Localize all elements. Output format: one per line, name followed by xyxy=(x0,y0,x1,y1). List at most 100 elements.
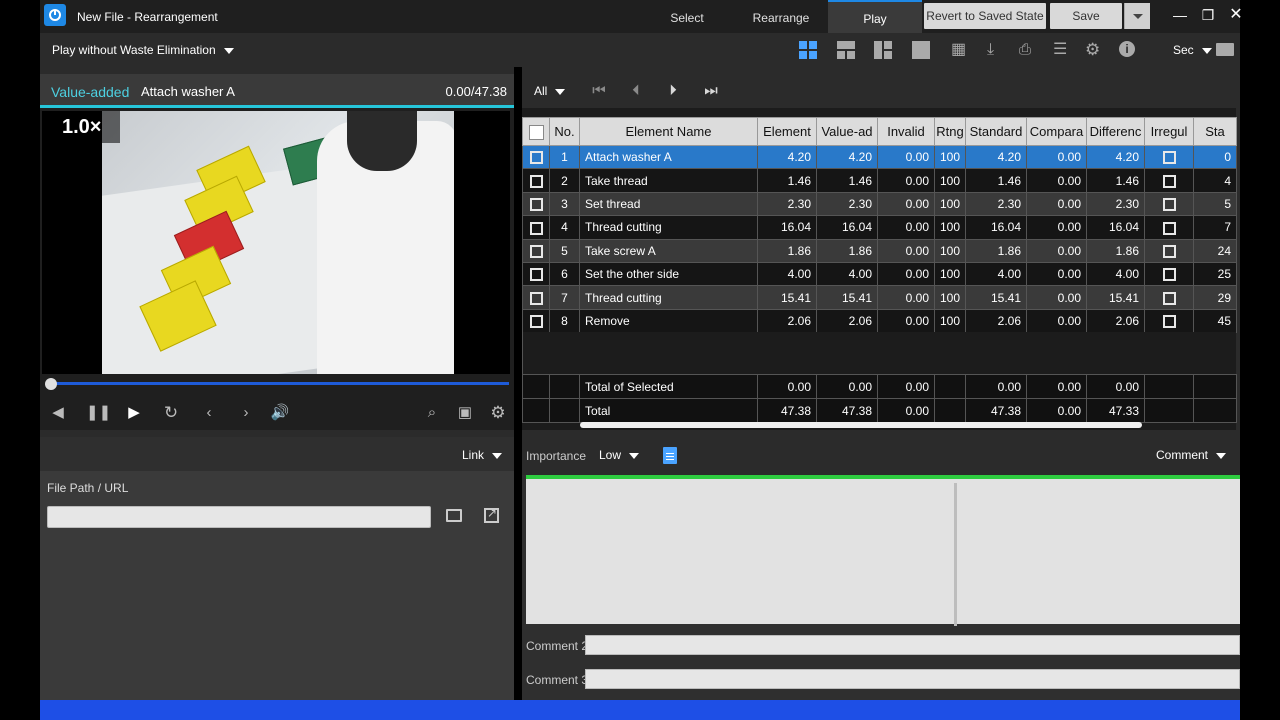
col-header-invalid[interactable]: Invalid xyxy=(877,117,935,146)
zoom-icon[interactable]: ⌕ xyxy=(422,404,442,422)
pause-icon[interactable]: ❚❚ xyxy=(86,404,111,422)
info-icon[interactable]: i xyxy=(1119,41,1135,57)
layout-1-icon[interactable] xyxy=(912,41,930,59)
row-checkbox[interactable] xyxy=(522,308,550,334)
checkbox[interactable] xyxy=(529,221,543,235)
comment-dropdown[interactable]: Comment xyxy=(1156,448,1226,462)
row-checkbox[interactable] xyxy=(522,144,550,170)
close-icon[interactable]: ✕ xyxy=(1223,4,1249,26)
browse-folder-icon[interactable] xyxy=(446,509,462,522)
row-checkbox[interactable] xyxy=(522,168,550,193)
video-frame[interactable]: 1.0× xyxy=(42,111,510,374)
link-dropdown[interactable]: Link xyxy=(462,448,502,462)
seek-handle[interactable] xyxy=(45,378,57,390)
play-mode-dropdown[interactable]: Play without Waste Elimination xyxy=(52,43,234,57)
clapper-icon[interactable]: ▦ xyxy=(951,41,969,59)
checkbox[interactable] xyxy=(1162,268,1176,282)
comment-textarea[interactable] xyxy=(526,475,1240,626)
last-element-icon[interactable]: ⏭ xyxy=(697,80,725,102)
layout-4-icon[interactable] xyxy=(799,41,817,59)
checkbox[interactable] xyxy=(1162,221,1176,235)
horizontal-scrollbar[interactable] xyxy=(580,422,1142,428)
row-checkbox[interactable] xyxy=(522,215,550,240)
row-checkbox[interactable] xyxy=(522,191,550,217)
gear-icon[interactable]: ⚙ xyxy=(1085,41,1103,59)
checkbox[interactable] xyxy=(1162,291,1176,305)
checkbox[interactable] xyxy=(529,244,543,258)
table-row[interactable]: 4 Thread cutting 16.04 16.04 0.00 100 16.04 0.0… xyxy=(522,215,1237,240)
table-row[interactable]: 3 Set thread 2.30 2.30 0.00 100 2.30 0.00 2.30 5 xyxy=(522,191,1237,217)
save-dropdown-button[interactable] xyxy=(1124,3,1150,29)
col-header-element[interactable]: Element xyxy=(757,117,817,146)
checkbox[interactable] xyxy=(529,151,543,165)
table-row[interactable]: 7 Thread cutting 15.41 15.41 0.00 100 15.41 0.0… xyxy=(522,285,1237,310)
checkbox[interactable] xyxy=(529,268,543,282)
row-irregular-checkbox[interactable] xyxy=(1144,215,1194,240)
table-row[interactable]: 2 Take thread 1.46 1.46 0.00 100 1.46 0.00 1.46 4 xyxy=(522,168,1237,193)
revert-button[interactable]: Revert to Saved State xyxy=(924,3,1046,29)
minimize-icon[interactable]: — xyxy=(1167,4,1193,26)
prev-element-nav-icon[interactable]: ⏴ xyxy=(622,80,650,102)
row-checkbox[interactable] xyxy=(522,238,550,263)
open-link-icon[interactable] xyxy=(484,506,499,523)
document-icon[interactable] xyxy=(663,447,677,464)
col-header-no[interactable]: No. xyxy=(549,117,580,146)
col-header-rating[interactable]: Rtng xyxy=(934,117,966,146)
seek-bar[interactable] xyxy=(49,382,509,385)
step-forward-icon[interactable]: › xyxy=(236,404,256,422)
list-icon[interactable]: ☰ xyxy=(1053,41,1071,59)
print-icon[interactable]: ⎙ xyxy=(1019,41,1037,59)
importance-dropdown[interactable]: Low xyxy=(599,448,640,462)
col-header-value-added[interactable]: Value-ad xyxy=(816,117,878,146)
checkbox[interactable] xyxy=(1162,198,1176,212)
image-icon[interactable]: ▣ xyxy=(455,404,475,422)
table-row[interactable]: 6 Set the other side 4.00 4.00 0.00 100 4.00 0.… xyxy=(522,261,1237,287)
col-header-start[interactable]: Sta xyxy=(1193,117,1237,146)
row-irregular-checkbox[interactable] xyxy=(1144,168,1194,193)
checkbox[interactable] xyxy=(529,174,543,188)
col-header-element-name[interactable]: Element Name xyxy=(579,117,758,146)
download-icon[interactable]: ⤓ xyxy=(987,41,1005,59)
col-header-difference[interactable]: Differenc xyxy=(1086,117,1145,146)
checkbox[interactable] xyxy=(529,291,543,305)
table-row[interactable]: 5 Take screw A 1.86 1.86 0.00 100 1.86 0.00 1.86… xyxy=(522,238,1237,263)
row-irregular-checkbox[interactable] xyxy=(1144,308,1194,334)
select-all-checkbox[interactable] xyxy=(522,117,550,146)
col-header-irregular[interactable]: Irregul xyxy=(1144,117,1194,146)
row-irregular-checkbox[interactable] xyxy=(1144,191,1194,217)
row-irregular-checkbox[interactable] xyxy=(1144,261,1194,287)
checkbox[interactable] xyxy=(1162,174,1176,188)
panel-splitter[interactable] xyxy=(514,67,522,700)
row-checkbox[interactable] xyxy=(522,285,550,310)
col-header-standard[interactable]: Standard xyxy=(965,117,1027,146)
checkbox[interactable] xyxy=(529,315,543,329)
row-irregular-checkbox[interactable] xyxy=(1144,144,1194,170)
col-header-comparison[interactable]: Compara xyxy=(1026,117,1087,146)
prev-element-icon[interactable]: ◀ xyxy=(48,404,68,422)
volume-icon[interactable]: 🔊 xyxy=(270,404,290,422)
comment-divider[interactable] xyxy=(954,483,957,626)
row-irregular-checkbox[interactable] xyxy=(1144,285,1194,310)
table-row[interactable]: 8 Remove 2.06 2.06 0.00 100 2.06 0.00 2.06 45 xyxy=(522,308,1237,334)
tab-rearrange[interactable]: Rearrange xyxy=(731,0,831,33)
row-checkbox[interactable] xyxy=(522,261,550,287)
checkbox[interactable] xyxy=(1162,244,1176,258)
filter-dropdown[interactable]: All xyxy=(534,84,566,98)
play-icon[interactable]: ▶ xyxy=(124,404,144,422)
first-element-icon[interactable]: ⏮ xyxy=(585,80,613,102)
tab-select[interactable]: Select xyxy=(637,0,737,33)
tab-play[interactable]: Play xyxy=(828,0,922,33)
row-irregular-checkbox[interactable] xyxy=(1144,238,1194,263)
layout-2-icon[interactable] xyxy=(874,41,892,59)
time-unit-dropdown[interactable]: Sec xyxy=(1173,43,1212,57)
next-element-nav-icon[interactable]: ⏵ xyxy=(659,80,687,102)
layout-3-icon[interactable] xyxy=(837,41,855,59)
replay-icon[interactable]: ↻ xyxy=(161,404,181,422)
comment2-input[interactable] xyxy=(585,635,1240,655)
checkbox[interactable] xyxy=(529,198,543,212)
restore-icon[interactable]: ❐ xyxy=(1195,4,1221,26)
save-button[interactable]: Save xyxy=(1050,3,1122,29)
step-back-icon[interactable]: ‹ xyxy=(199,404,219,422)
folder-icon[interactable] xyxy=(1216,43,1234,56)
comment3-input[interactable] xyxy=(585,669,1240,689)
